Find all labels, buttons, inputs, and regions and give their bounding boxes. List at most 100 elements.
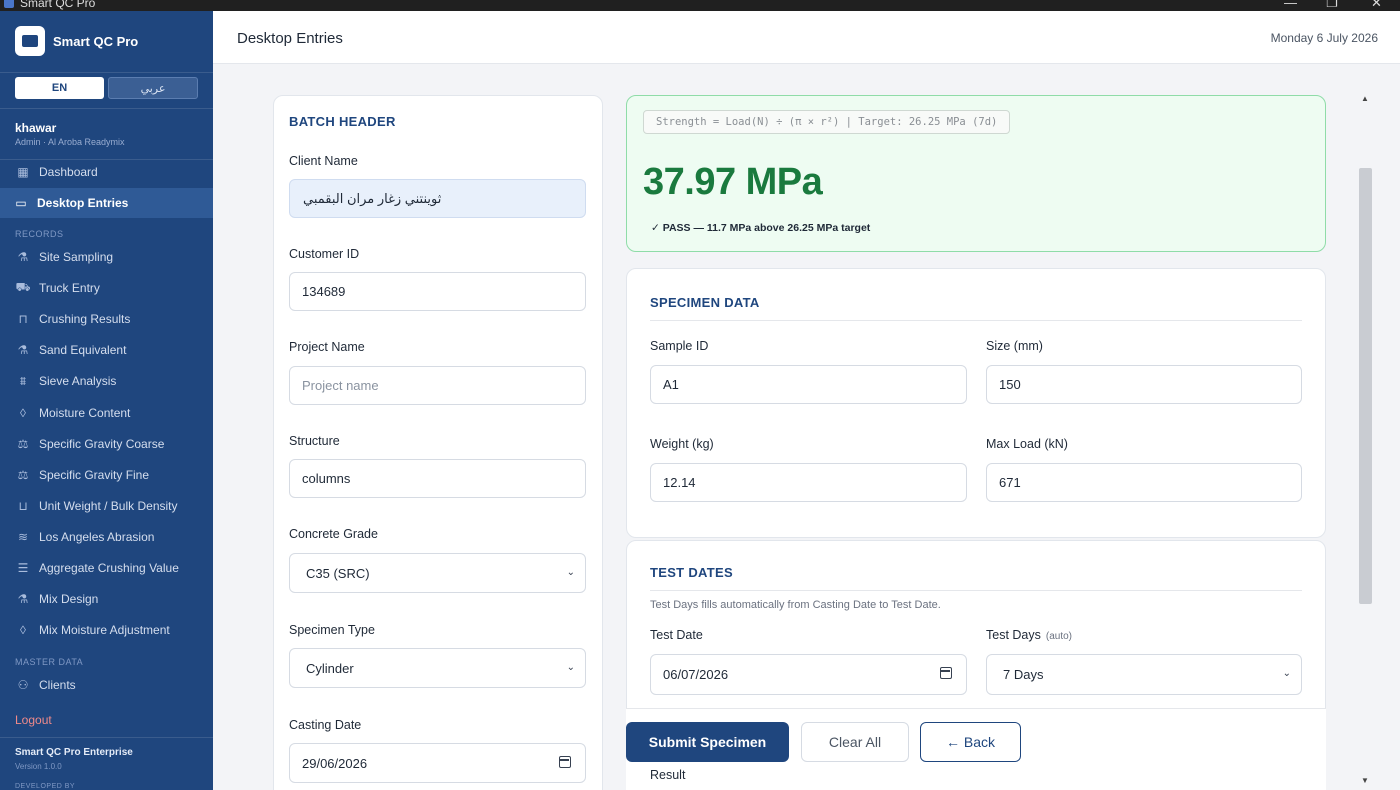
- truck-icon: ⛟: [15, 280, 31, 294]
- chevron-down-icon: ⌄: [1282, 668, 1291, 679]
- clear-all-button[interactable]: Clear All: [801, 722, 909, 762]
- client-name-label: Client Name: [289, 154, 358, 168]
- casting-date-value: 29/06/2026: [302, 755, 368, 771]
- test-dates-title: TEST DATES: [650, 565, 733, 580]
- sidebar-item-aggregate-crushing-value[interactable]: ☰ Aggregate Crushing Value: [0, 553, 213, 583]
- project-name-label: Project Name: [289, 340, 365, 354]
- section-label-records: RECORDS: [15, 229, 64, 239]
- sidebar-item-desktop-entries[interactable]: ▭ Desktop Entries: [0, 188, 213, 218]
- divider: [0, 737, 213, 738]
- chevron-down-icon: ⌄: [566, 662, 575, 673]
- sidebar-item-label: Aggregate Crushing Value: [39, 561, 179, 575]
- scroll-thumb[interactable]: [1359, 168, 1372, 604]
- sidebar-item-sieve-analysis[interactable]: ⩩ Sieve Analysis: [0, 366, 213, 396]
- language-en-button[interactable]: EN: [15, 77, 104, 99]
- sidebar-item-label: Clients: [39, 678, 76, 692]
- sidebar-item-truck-entry[interactable]: ⛟ Truck Entry: [0, 273, 213, 303]
- project-name-input[interactable]: Project name: [289, 366, 586, 405]
- test-days-hint: Test Days fills automatically from Casti…: [650, 599, 941, 611]
- minimize-icon[interactable]: —: [1284, 0, 1297, 10]
- sidebar-item-label: Truck Entry: [39, 281, 100, 295]
- footer-developed-by: DEVELOPED BY: [15, 783, 76, 790]
- sample-id-label: Sample ID: [650, 339, 709, 353]
- strength-result-card: Strength = Load(N) ÷ (π × r²) | Target: …: [626, 95, 1326, 252]
- max-load-field[interactable]: 671: [986, 463, 1302, 502]
- user-name: khawar: [15, 121, 57, 135]
- size-label: Size (mm): [986, 339, 1043, 353]
- footer-version: Version 1.0.0: [15, 762, 62, 771]
- close-icon[interactable]: ✕: [1371, 0, 1382, 11]
- specimen-type-select[interactable]: Cylinder ⌄: [289, 648, 586, 688]
- specimen-type-value: Cylinder: [306, 660, 354, 676]
- app-logo-icon: [4, 0, 14, 8]
- concrete-grade-label: Concrete Grade: [289, 527, 378, 541]
- calendar-icon[interactable]: [559, 756, 571, 768]
- page-header: Desktop Entries Monday 6 July 2026: [213, 11, 1400, 64]
- customer-id-label: Customer ID: [289, 247, 360, 261]
- test-days-auto: (auto): [1045, 631, 1073, 642]
- sidebar-item-dashboard[interactable]: ▦ Dashboard: [0, 157, 213, 187]
- sidebar-item-specific-gravity-coarse[interactable]: ⚖ Specific Gravity Coarse: [0, 429, 213, 459]
- section-label-master-data: MASTER DATA: [15, 657, 84, 667]
- back-button[interactable]: ← Back: [920, 722, 1021, 762]
- brand: Smart QC Pro: [0, 11, 213, 73]
- flask-icon: ⚗: [17, 250, 29, 264]
- divider: [0, 108, 213, 109]
- concrete-grade-select[interactable]: C35 (SRC) ⌄: [289, 553, 586, 593]
- maximize-icon[interactable]: ❐: [1326, 0, 1338, 11]
- sieve-icon: ⩩: [19, 373, 27, 388]
- casting-date-input[interactable]: 29/06/2026: [289, 743, 586, 783]
- divider: [650, 320, 1302, 321]
- window-title: Smart QC Pro: [20, 0, 96, 10]
- sidebar-item-mix-moisture-adjustment[interactable]: ◊ Mix Moisture Adjustment: [0, 615, 213, 645]
- submit-specimen-button[interactable]: Submit Specimen: [626, 722, 789, 762]
- sidebar-item-site-sampling[interactable]: ⚗ Site Sampling: [0, 242, 213, 272]
- sidebar-item-crushing-results[interactable]: ⊓ Crushing Results: [0, 304, 213, 334]
- monitor-icon: ▭: [15, 196, 27, 210]
- sidebar-item-los-angeles-abrasion[interactable]: ≋ Los Angeles Abrasion: [0, 522, 213, 552]
- test-date-value: 06/07/2026: [663, 667, 729, 682]
- structure-field[interactable]: columns: [289, 459, 586, 498]
- language-ar-button[interactable]: عربي: [108, 77, 198, 99]
- droplet-icon: ◊: [20, 406, 26, 420]
- flask-icon: ⚗: [17, 592, 29, 606]
- sidebar-item-label: Sieve Analysis: [39, 374, 117, 388]
- sample-id-field[interactable]: A1: [650, 365, 967, 404]
- test-days-value: 7 Days: [1003, 667, 1044, 682]
- sidebar-item-moisture-content[interactable]: ◊ Moisture Content: [0, 398, 213, 428]
- page-title: Desktop Entries: [237, 30, 343, 47]
- max-load-label: Max Load (kN): [986, 437, 1068, 451]
- client-name-field[interactable]: ثوينتني زغار مران البقمبي: [289, 179, 586, 218]
- sidebar-item-sand-equivalent[interactable]: ⚗ Sand Equivalent: [0, 335, 213, 365]
- page-date: Monday 6 July 2026: [1270, 31, 1378, 45]
- sidebar-item-clients[interactable]: ⚇ Clients: [0, 670, 213, 700]
- test-days-select[interactable]: 7 Days ⌄: [986, 654, 1302, 695]
- droplet-icon: ◊: [20, 623, 26, 637]
- specimen-type-label: Specimen Type: [289, 623, 375, 637]
- concrete-grade-value: C35 (SRC): [306, 565, 370, 581]
- result-label: Result: [650, 768, 686, 782]
- scrollbar[interactable]: ▲ ▼: [1358, 92, 1372, 790]
- calendar-icon[interactable]: [940, 667, 952, 679]
- client-name-value: ثوينتني زغار مران البقمبي: [303, 190, 442, 206]
- flask-icon: ⚗: [17, 343, 29, 357]
- sidebar-item-mix-design[interactable]: ⚗ Mix Design: [0, 584, 213, 614]
- sidebar-item-label: Dashboard: [39, 165, 98, 179]
- scroll-down-icon[interactable]: ▼: [1361, 776, 1369, 785]
- size-field[interactable]: 150: [986, 365, 1302, 404]
- sidebar-item-unit-weight[interactable]: ⊔ Unit Weight / Bulk Density: [0, 491, 213, 521]
- logout-link[interactable]: Logout: [15, 713, 52, 727]
- weight-field[interactable]: 12.14: [650, 463, 967, 502]
- customer-id-field[interactable]: 134689: [289, 272, 586, 311]
- sidebar-item-label: Crushing Results: [39, 312, 131, 326]
- scale-icon: ⚖: [17, 437, 29, 451]
- footer-title: Smart QC Pro Enterprise: [15, 747, 133, 758]
- sidebar: Smart QC Pro EN عربي khawar Admin · Al A…: [0, 11, 213, 790]
- test-date-input[interactable]: 06/07/2026: [650, 654, 967, 695]
- test-days-label-text: Test Days: [986, 628, 1041, 642]
- scroll-up-icon[interactable]: ▲: [1361, 94, 1369, 103]
- sidebar-item-specific-gravity-fine[interactable]: ⚖ Specific Gravity Fine: [0, 460, 213, 490]
- sidebar-item-label: Specific Gravity Fine: [39, 468, 150, 482]
- window-titlebar: Smart QC Pro — ❐ ✕: [0, 0, 1400, 11]
- sidebar-item-label: Desktop Entries: [37, 196, 129, 210]
